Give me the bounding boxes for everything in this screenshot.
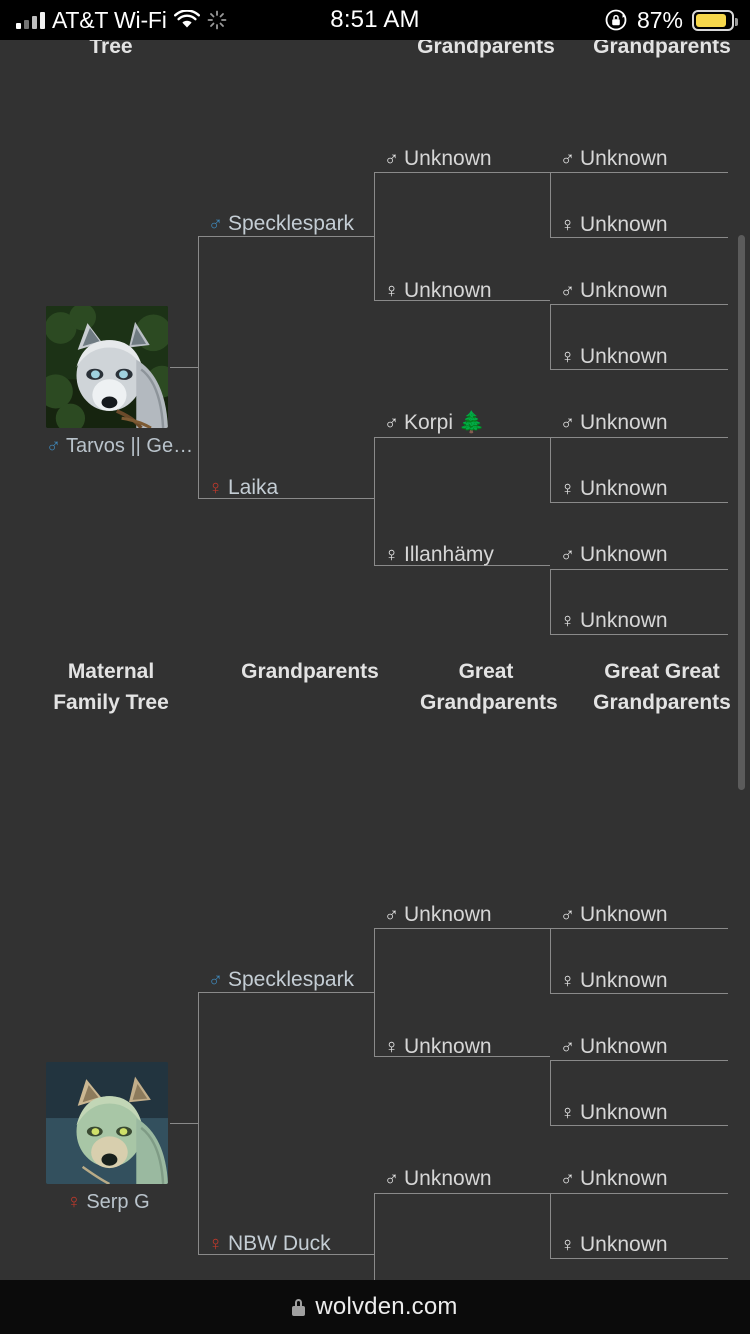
maternal-ggp-3[interactable]: ♂ Unknown [560, 1035, 668, 1059]
male-symbol-icon: ♂ [560, 280, 575, 302]
lock-icon [292, 1298, 306, 1316]
paternal-ggp-4[interactable]: ♀ Unknown [560, 345, 668, 369]
paternal-self-node[interactable]: ♂ Tarvos || Ge… [46, 306, 193, 458]
browser-bottom-bar: wolvden.com [0, 1280, 750, 1334]
male-symbol-icon: ♂ [560, 1036, 575, 1058]
paternal-self-portrait[interactable] [46, 306, 168, 428]
paternal-ggp-6[interactable]: ♀ Unknown [560, 477, 668, 501]
maternal-parents-bracket-box [198, 992, 374, 1255]
paternal-self-name[interactable]: ♂ Tarvos || Ge… [46, 435, 193, 458]
male-symbol-icon: ♂ [208, 213, 223, 235]
paternal-header-tree: Tree [89, 40, 133, 58]
rotation-lock-icon [605, 9, 627, 31]
clock-label: 8:51 AM [330, 6, 420, 33]
paternal-parent-father[interactable]: ♂ Specklespark [208, 212, 354, 236]
female-symbol-icon: ♀ [560, 478, 575, 500]
male-symbol-icon: ♂ [384, 148, 399, 170]
maternal-ggp-2[interactable]: ♀ Unknown [560, 969, 668, 993]
female-symbol-icon: ♀ [66, 1191, 82, 1213]
carrier-label: AT&T Wi-Fi [52, 6, 167, 33]
url-label[interactable]: wolvden.com [315, 1293, 457, 1321]
paternal-ggp-3[interactable]: ♂ Unknown [560, 279, 668, 303]
paternal-gp-2[interactable]: ♀ Unknown [384, 279, 492, 303]
male-symbol-icon: ♂ [560, 904, 575, 926]
maternal-gp-3[interactable]: ♂ Unknown [384, 1167, 492, 1191]
sync-spinner-icon [207, 10, 227, 30]
female-symbol-icon: ♀ [384, 544, 399, 566]
paternal-ggp-2[interactable]: ♀ Unknown [560, 213, 668, 237]
paternal-header-blank [222, 42, 398, 62]
page-scrollbar[interactable] [738, 235, 745, 790]
maternal-bracket: ♀ Serp G ♂ Specklespark ♀ NBW Duck ♂ Unknown… [0, 732, 750, 1280]
female-symbol-icon: ♀ [560, 610, 575, 632]
male-symbol-icon: ♂ [384, 1168, 399, 1190]
paternal-bracket: ♂ Tarvos || Ge… ♂ Specklespark ♀ Laika ♂ Unk… [0, 62, 750, 657]
female-symbol-icon: ♀ [560, 214, 575, 236]
female-symbol-icon: ♀ [560, 1102, 575, 1124]
female-symbol-icon: ♀ [560, 970, 575, 992]
maternal-parent-mother[interactable]: ♀ NBW Duck [208, 1232, 331, 1256]
male-symbol-icon: ♂ [560, 412, 575, 434]
status-bar-left: AT&T Wi-Fi [0, 7, 300, 34]
maternal-ggp-1[interactable]: ♂ Unknown [560, 903, 668, 927]
maternal-ggp-5[interactable]: ♂ Unknown [560, 1167, 668, 1191]
web-page-content: Tree Grandparents Grandparents ♂ Tarvos … [0, 40, 750, 1280]
parents-bracket-box [198, 236, 374, 499]
paternal-tree-header-row: Tree Grandparents Grandparents [0, 40, 750, 62]
maternal-header-grandparents: Grandparents [241, 660, 379, 683]
connector-self-maternal [170, 1123, 198, 1124]
paternal-header-ggrandparents: Grandparents [593, 40, 731, 58]
maternal-self-name[interactable]: ♀ Serp G [46, 1191, 170, 1214]
female-symbol-icon: ♀ [208, 1233, 223, 1255]
paternal-ggp-8[interactable]: ♀ Unknown [560, 609, 668, 633]
wifi-icon [173, 10, 200, 28]
maternal-self-portrait[interactable] [46, 1062, 168, 1184]
paternal-gp-3[interactable]: ♂ Korpi 🌲 [384, 411, 485, 435]
female-symbol-icon: ♀ [384, 280, 399, 302]
female-symbol-icon: ♀ [384, 1036, 399, 1058]
maternal-family-tree-section: Maternal Family Tree Grandparents Great … [0, 648, 750, 1280]
paternal-header-grandparents: Grandparents [417, 40, 555, 58]
male-symbol-icon: ♂ [560, 544, 575, 566]
paternal-gp-4[interactable]: ♀ Illanhämy [384, 543, 494, 567]
male-symbol-icon: ♂ [46, 435, 61, 457]
female-symbol-icon: ♀ [560, 1234, 575, 1256]
battery-icon [692, 9, 738, 31]
maternal-self-node[interactable]: ♀ Serp G [46, 1062, 170, 1214]
male-symbol-icon: ♂ [384, 412, 399, 434]
male-symbol-icon: ♂ [208, 969, 223, 991]
paternal-ggp-5[interactable]: ♂ Unknown [560, 411, 668, 435]
connector-self [170, 367, 198, 368]
paternal-family-tree-section: Tree Grandparents Grandparents ♂ Tarvos … [0, 40, 750, 660]
status-bar-right: 87% [450, 7, 750, 34]
maternal-gp-2[interactable]: ♀ Unknown [384, 1035, 492, 1059]
maternal-header-ggrandparents: Great Grandparents [420, 660, 558, 714]
paternal-ggp-1[interactable]: ♂ Unknown [560, 147, 668, 171]
maternal-gp-1[interactable]: ♂ Unknown [384, 903, 492, 927]
male-symbol-icon: ♂ [384, 904, 399, 926]
female-symbol-icon: ♀ [560, 346, 575, 368]
maternal-header-gggrandparents: Great Great Grandparents [593, 660, 731, 714]
paternal-ggp-7[interactable]: ♂ Unknown [560, 543, 668, 567]
maternal-grandparents-box-bottom [374, 1193, 550, 1280]
male-symbol-icon: ♂ [560, 1168, 575, 1190]
maternal-tree-header-row: Maternal Family Tree Grandparents Great … [0, 648, 750, 732]
maternal-header-family-tree: Maternal Family Tree [53, 660, 169, 714]
male-symbol-icon: ♂ [560, 148, 575, 170]
maternal-parent-father[interactable]: ♂ Specklespark [208, 968, 354, 992]
paternal-gp-1[interactable]: ♂ Unknown [384, 147, 492, 171]
maternal-ggp-6[interactable]: ♀ Unknown [560, 1233, 668, 1257]
battery-percent-label: 87% [636, 6, 683, 33]
cellular-bars-icon [16, 11, 45, 29]
female-symbol-icon: ♀ [208, 477, 223, 499]
ios-status-bar: AT&T Wi-Fi 8:51 AM 87% [0, 0, 750, 40]
paternal-parent-mother[interactable]: ♀ Laika [208, 476, 278, 500]
maternal-ggp-4[interactable]: ♀ Unknown [560, 1101, 668, 1125]
